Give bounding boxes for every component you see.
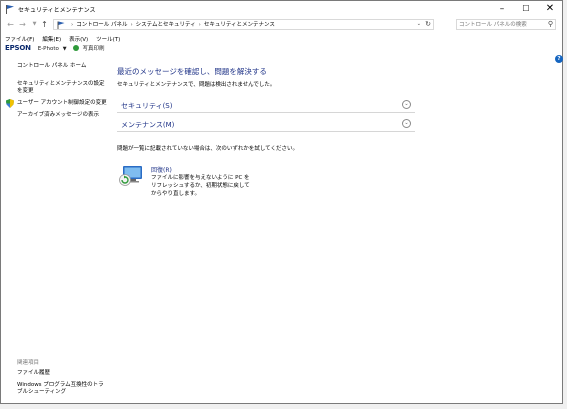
breadcrumb-item[interactable]: セキュリティとメンテナンス xyxy=(204,22,275,28)
breadcrumb-separator-icon: › xyxy=(198,22,201,28)
chevron-down-icon[interactable]: ⌄ xyxy=(417,20,421,29)
chevron-down-icon[interactable]: ▼ xyxy=(63,46,67,52)
recovery-description: ファイルに影響を与えないように PC をリフレッシュするか、初期状態に戻してから… xyxy=(151,175,250,197)
shield-icon xyxy=(6,99,14,108)
maximize-button[interactable]: ☐ xyxy=(514,1,538,17)
breadcrumb-separator-icon: › xyxy=(130,22,133,28)
chevron-down-icon[interactable]: ⌄ xyxy=(402,119,411,128)
menu-view[interactable]: 表示(V) xyxy=(69,37,88,43)
up-button[interactable]: ↑ xyxy=(39,19,50,30)
menu-tools[interactable]: ツール(T) xyxy=(96,37,120,43)
section-maintenance[interactable]: メンテナンス(M) ⌄ xyxy=(117,116,415,132)
breadcrumb-item[interactable]: システムとセキュリティ xyxy=(136,22,196,28)
page-subtitle: セキュリティとメンテナンスで、問題は検出されませんでした。 xyxy=(117,82,276,88)
photo-print-button[interactable]: 写真印刷 xyxy=(82,46,104,52)
section-maintenance-label: メンテナンス(M) xyxy=(121,121,175,129)
photo-print-icon xyxy=(72,45,79,51)
title-bar: セキュリティとメンテナンス – ☐ ✕ xyxy=(1,1,562,17)
close-button[interactable]: ✕ xyxy=(538,1,562,17)
menu-bar: ファイル(F) 編集(E) 表示(V) ツール(T) xyxy=(5,35,126,44)
sidebar-link-settings[interactable]: セキュリティとメンテナンスの設定を変更 xyxy=(17,81,105,95)
address-row: ← → ▼ ↑ › コントロール パネル › システムとセキュリティ › セキュリティとメ… xyxy=(1,18,562,32)
page-title: 最近のメッセージを確認し、問題を解決する xyxy=(117,67,267,76)
search-input[interactable] xyxy=(459,20,543,29)
help-icon[interactable]: ? xyxy=(555,55,563,63)
flag-icon xyxy=(6,5,14,14)
search-icon[interactable]: ⚲ xyxy=(548,20,553,29)
sidebar-link-file-history[interactable]: ファイル履歴 xyxy=(17,370,50,377)
search-box[interactable]: ⚲ xyxy=(456,19,556,30)
section-security-label: セキュリティ(S) xyxy=(121,102,173,110)
recovery-icon[interactable] xyxy=(119,165,144,187)
main-content: 最近のメッセージを確認し、問題を解決する セキュリティとメンテナンスで、問題は検… xyxy=(109,57,562,403)
window-title: セキュリティとメンテナンス xyxy=(18,7,96,14)
refresh-icon[interactable]: ↻ xyxy=(425,20,431,29)
related-heading: 関連項目 xyxy=(17,360,40,366)
sidebar-link-home[interactable]: コントロール パネル ホーム xyxy=(17,63,86,70)
epson-logo: EPSON xyxy=(5,44,31,52)
epson-toolbar: EPSON E-Photo ▼ 写真印刷 xyxy=(5,44,104,54)
sidebar-link-archived-messages[interactable]: アーカイブ済みメッセージの表示 xyxy=(17,112,99,119)
back-button[interactable]: ← xyxy=(5,19,16,30)
breadcrumb-separator-icon: › xyxy=(71,22,74,28)
section-security[interactable]: セキュリティ(S) ⌄ xyxy=(117,97,415,113)
control-panel-icon xyxy=(57,21,65,29)
minimize-button[interactable]: – xyxy=(490,1,514,17)
chevron-down-icon[interactable]: ⌄ xyxy=(402,100,411,109)
sidebar: コントロール パネル ホーム セキュリティとメンテナンスの設定を変更 ユーザー … xyxy=(1,57,109,403)
control-panel-window: セキュリティとメンテナンス – ☐ ✕ ← → ▼ ↑ › コントロール パネル ›… xyxy=(0,0,563,404)
sidebar-link-uac[interactable]: ユーザー アカウント制御設定の変更 xyxy=(17,100,107,107)
recovery-link[interactable]: 回復(R) xyxy=(151,165,172,174)
breadcrumb-item[interactable]: コントロール パネル xyxy=(76,22,127,28)
help-note: 問題が一覧に記載されていない場合は、次のいずれかを試してください。 xyxy=(117,146,299,152)
address-bar[interactable]: › コントロール パネル › システムとセキュリティ › セキュリティとメンテナンス ⌄ … xyxy=(53,19,434,30)
sidebar-link-troubleshoot[interactable]: Windows プログラム互換性のトラブルシューティング xyxy=(17,382,107,396)
menu-file[interactable]: ファイル(F) xyxy=(5,37,34,43)
ephoto-menu[interactable]: E-Photo xyxy=(38,46,59,52)
menu-edit[interactable]: 編集(E) xyxy=(42,37,61,43)
breadcrumb: › コントロール パネル › システムとセキュリティ › セキュリティとメンテナンス xyxy=(68,21,275,29)
forward-button[interactable]: → xyxy=(17,19,28,30)
